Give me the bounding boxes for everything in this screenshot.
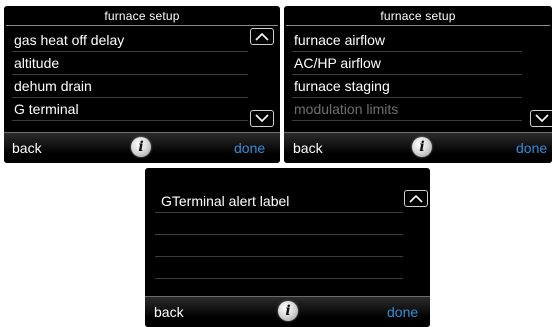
back-button[interactable]: back	[154, 304, 184, 320]
menu-item-dehum-drain[interactable]: dehum drain	[14, 75, 250, 97]
menu-divider	[292, 120, 522, 121]
menu-divider	[12, 120, 248, 121]
bottom-bar: back i done	[4, 132, 280, 163]
chevron-up-icon	[409, 194, 423, 203]
screen-title: furnace setup	[380, 9, 456, 23]
menu-item-g-terminal[interactable]: G terminal	[14, 98, 250, 120]
furnace-setup-screen-1: furnace setup gas heat off delay altitud…	[4, 6, 280, 163]
menu-divider	[155, 234, 403, 235]
screen-title: furnace setup	[104, 9, 180, 23]
bottom-bar: back i done	[145, 296, 430, 327]
info-icon[interactable]: i	[412, 137, 432, 157]
menu-divider	[155, 278, 403, 279]
title-divider	[6, 25, 278, 26]
done-button[interactable]: done	[516, 140, 547, 156]
done-button[interactable]: done	[234, 140, 265, 156]
menu-item-g-terminal-alert-label[interactable]: GTerminal alert label	[161, 190, 397, 212]
done-button[interactable]: done	[387, 304, 418, 320]
scroll-down-button[interactable]	[250, 110, 274, 127]
menu-item-ac-hp-airflow[interactable]: AC/HP airflow	[294, 52, 530, 74]
info-icon[interactable]: i	[131, 137, 151, 157]
menu-item-gas-heat-off-delay[interactable]: gas heat off delay	[14, 29, 250, 51]
menu-item-furnace-staging[interactable]: furnace staging	[294, 75, 530, 97]
bottom-bar: back i done	[284, 132, 552, 163]
chevron-down-icon	[255, 114, 269, 123]
furnace-setup-screen-2: furnace setup furnace airflow AC/HP airf…	[284, 6, 552, 163]
menu-item-modulation-limits: modulation limits	[294, 101, 399, 117]
menu-divider	[155, 256, 403, 257]
title-divider	[286, 25, 550, 26]
chevron-down-icon	[535, 114, 549, 123]
back-button[interactable]: back	[12, 140, 42, 156]
chevron-up-icon	[255, 32, 269, 41]
info-icon[interactable]: i	[278, 301, 298, 321]
menu-item-furnace-airflow[interactable]: furnace airflow	[294, 29, 530, 51]
g-terminal-screen: GTerminal alert label back i done	[145, 168, 430, 327]
scroll-down-button[interactable]	[530, 110, 552, 127]
scroll-up-button[interactable]	[250, 28, 274, 45]
back-button[interactable]: back	[293, 140, 323, 156]
scroll-up-button[interactable]	[404, 190, 428, 207]
menu-divider	[155, 212, 403, 213]
menu-item-altitude[interactable]: altitude	[14, 52, 250, 74]
